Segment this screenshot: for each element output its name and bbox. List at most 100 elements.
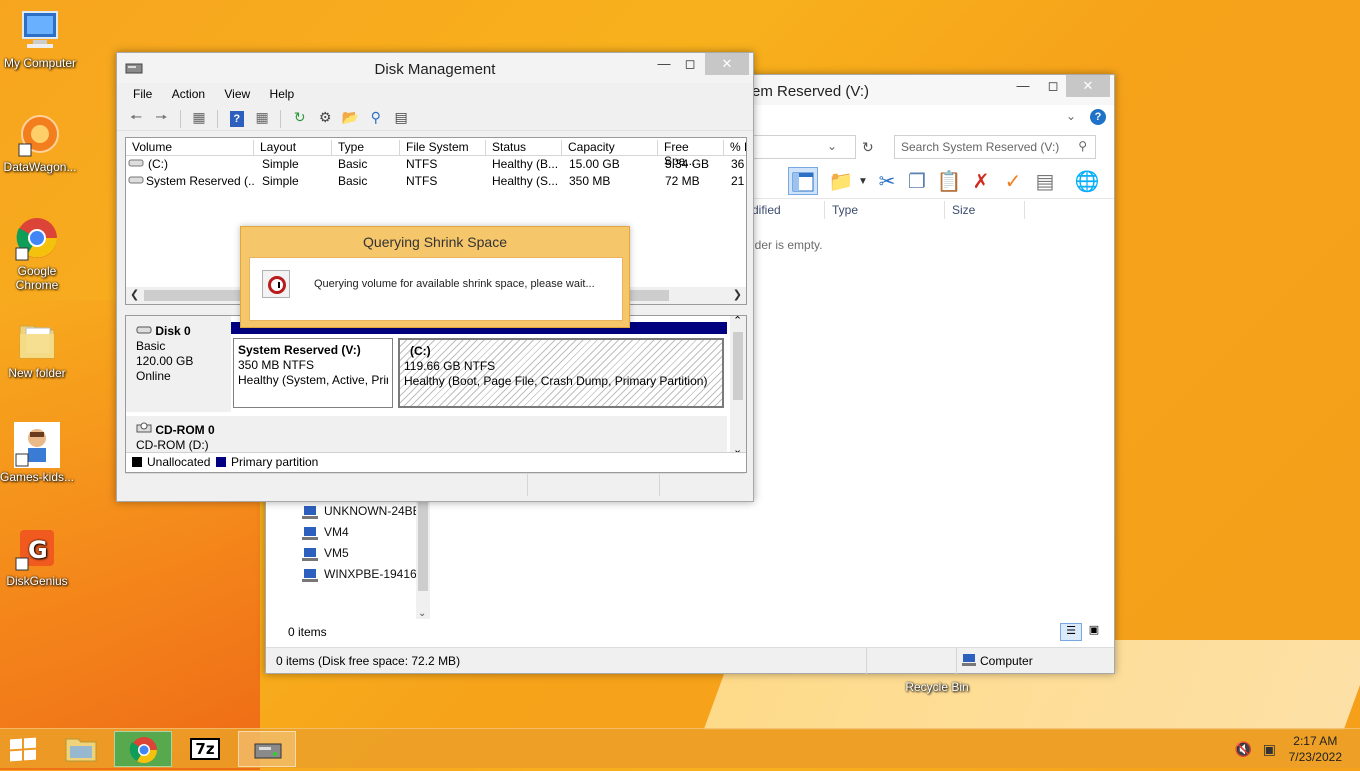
taskbar-file-explorer[interactable] [52, 731, 110, 767]
partition-c-drive[interactable]: (C:) 119.66 GB NTFS Healthy (Boot, Page … [398, 338, 724, 408]
refresh-icon[interactable]: ↻ [290, 107, 310, 127]
search-disk-icon[interactable]: ⚲ [366, 107, 386, 127]
svg-text:G: G [28, 536, 48, 564]
nav-item-label: UNKNOWN-24BE [324, 504, 421, 518]
column-status[interactable]: Status [486, 140, 562, 156]
status-divider [659, 474, 660, 496]
toolbar-separator [179, 109, 181, 128]
table-row[interactable]: System Reserved (... Simple Basic NTFS H… [126, 173, 746, 190]
taskbar-disk-management[interactable] [238, 731, 296, 767]
cut-icon[interactable]: ✂ [874, 169, 900, 195]
clock-time: 2:17 AM [1293, 734, 1338, 748]
system-clock[interactable]: 2:17 AM 7/23/2022 [1289, 733, 1342, 765]
copy-icon[interactable]: ❐ [904, 169, 930, 195]
desktop-icon-chrome[interactable]: Google Chrome [0, 216, 77, 292]
help-icon[interactable]: ? [227, 107, 247, 127]
column-free-space[interactable]: Free Spa... [658, 140, 724, 168]
graph-vscrollbar[interactable]: ⌃ ⌄ [730, 316, 746, 456]
rescan-icon[interactable]: ⚙ [315, 107, 335, 127]
dialog-body: Querying volume for available shrink spa… [249, 257, 623, 321]
maximize-button[interactable]: ◻ [1038, 75, 1068, 97]
globe-icon[interactable]: 🌐 [1074, 169, 1100, 195]
nav-scrollbar[interactable]: ⌄ [416, 495, 430, 619]
primary-partition-swatch [216, 457, 226, 467]
column-header-type[interactable]: Type [832, 203, 858, 217]
column-layout[interactable]: Layout [254, 140, 332, 156]
properties-icon[interactable]: ▤ [1032, 169, 1058, 195]
scroll-down-icon[interactable]: ⌄ [418, 608, 426, 619]
column-file-system[interactable]: File System [400, 140, 486, 156]
dropdown-icon[interactable]: ▼ [850, 169, 876, 195]
column-volume[interactable]: Volume [126, 140, 254, 156]
toolbar-separator [280, 109, 282, 128]
scrollbar-thumb[interactable] [418, 495, 428, 591]
search-input[interactable]: Search System Reserved (V:) ⚲ [894, 135, 1096, 159]
scroll-left-icon[interactable]: ❮ [130, 288, 139, 301]
menu-action[interactable]: Action [164, 83, 213, 105]
close-button[interactable]: ✕ [705, 53, 749, 75]
column-percent-free[interactable]: % F [724, 140, 746, 156]
scroll-up-icon[interactable]: ⌃ [733, 316, 742, 327]
desktop-icon-my-computer[interactable]: My Computer [0, 8, 80, 70]
partition-size: 119.66 GB NTFS [404, 359, 496, 373]
taskbar-7zip[interactable]: 7z [176, 731, 234, 767]
column-header-date-modified[interactable]: dified [752, 203, 781, 217]
paste-icon[interactable]: 📋 [936, 169, 962, 195]
checkmark-icon[interactable]: ✓ [1000, 169, 1026, 195]
address-dropdown-icon[interactable]: ⌄ [827, 139, 837, 153]
maximize-button[interactable]: ◻ [675, 53, 705, 75]
network-icon[interactable]: ▣ [1263, 741, 1276, 758]
preview-pane-icon[interactable] [788, 167, 818, 195]
desktop-icon-label: DataWagon... [3, 160, 77, 174]
table-row[interactable]: (C:) Simple Basic NTFS Healthy (B... 15.… [126, 156, 746, 173]
nav-item-computer[interactable]: VM4 [296, 522, 428, 543]
partition-system-reserved[interactable]: System Reserved (V:) 350 MB NTFS Healthy… [233, 338, 393, 408]
forward-icon[interactable]: 🠖 [151, 107, 171, 127]
menu-help[interactable]: Help [262, 83, 303, 105]
navigation-pane: BILSHAD-STS UNKNOWN-24BE VM4 VM5 WINXPBE… [296, 495, 428, 617]
menu-file[interactable]: File [125, 83, 160, 105]
nav-item-computer[interactable]: UNKNOWN-24BE [296, 501, 428, 522]
column-header-size[interactable]: Size [952, 203, 975, 217]
desktop-icon-datawagon[interactable]: DataWagon... [0, 112, 80, 174]
disk-icon [136, 326, 152, 334]
search-icon[interactable]: ⚲ [1078, 139, 1087, 153]
volume-muted-icon[interactable]: 🔇 [1235, 741, 1252, 758]
desktop-icon-games-kids[interactable]: Games-kids... [0, 422, 77, 484]
menu-view[interactable]: View [216, 83, 258, 105]
disk0-type: Basic [136, 339, 166, 353]
console-tree-icon[interactable]: ▦ [189, 107, 209, 127]
delete-icon[interactable]: ✗ [968, 169, 994, 195]
querying-shrink-dialog[interactable]: Querying Shrink Space Querying volume fo… [240, 226, 630, 328]
nav-item-label: WINXPBE-194167 [324, 567, 424, 581]
ribbon-collapse-icon[interactable]: ⌄ [1066, 109, 1076, 123]
properties-icon[interactable]: ▤ [391, 107, 411, 127]
status-disk-free: 0 items (Disk free space: 72.2 MB) [276, 654, 461, 668]
disk0-label[interactable]: Disk 0 Basic 120.00 GB Online [126, 316, 231, 412]
disk-management-titlebar[interactable]: Disk Management — ◻ ✕ [117, 53, 753, 83]
large-icons-view-icon[interactable]: ▣ [1084, 623, 1104, 641]
column-type[interactable]: Type [332, 140, 400, 156]
details-view-icon[interactable]: ☰ [1060, 623, 1082, 641]
cdrom-empty-area [231, 416, 727, 452]
address-bar[interactable]: ⌄ [752, 135, 856, 159]
scroll-right-icon[interactable]: ❯ [733, 288, 742, 301]
help-icon[interactable]: ? [1090, 109, 1106, 125]
taskbar-chrome[interactable] [114, 731, 172, 767]
desktop-icon-new-folder[interactable]: New folder [0, 318, 77, 380]
nav-item-computer[interactable]: WINXPBE-194167 [296, 564, 428, 585]
scrollbar-thumb[interactable] [733, 332, 743, 400]
refresh-icon[interactable]: ↻ [862, 139, 874, 156]
desktop-icon-diskgenius[interactable]: G DiskGenius [0, 526, 77, 588]
column-capacity[interactable]: Capacity [562, 140, 658, 156]
nav-item-computer[interactable]: VM5 [296, 543, 428, 564]
open-folder-icon[interactable]: 📂 [340, 107, 360, 127]
cdrom-label[interactable]: CD-ROM 0 CD-ROM (D:) [126, 416, 231, 452]
cell-file-system: NTFS [406, 174, 438, 188]
close-button[interactable]: ✕ [1066, 75, 1110, 97]
show-hide-icon[interactable]: ▦ [252, 107, 272, 127]
minimize-button[interactable]: — [1008, 75, 1038, 97]
back-icon[interactable]: 🠔 [126, 107, 146, 127]
start-button[interactable] [10, 737, 38, 762]
folder-icon [14, 318, 60, 364]
